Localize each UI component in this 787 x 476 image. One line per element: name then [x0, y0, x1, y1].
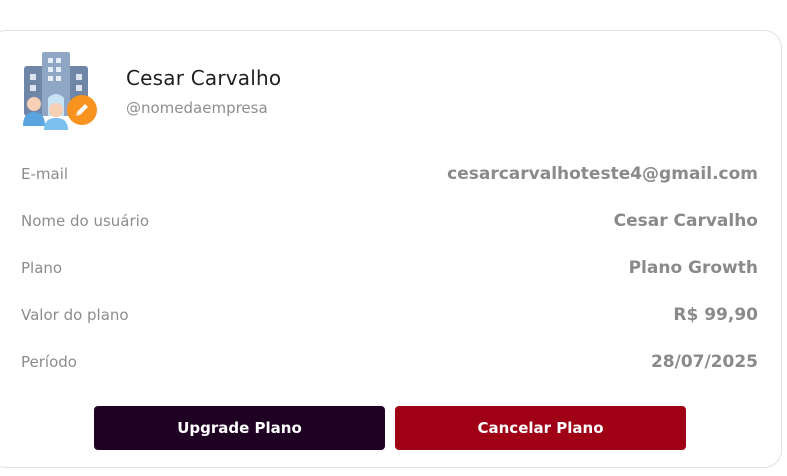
pencil-icon[interactable] — [66, 94, 98, 126]
detail-value: 28/07/2025 — [650, 352, 758, 372]
detail-value: Cesar Carvalho — [613, 211, 758, 231]
detail-row-email: E-mail cesarcarvalhoteste4@gmail.com — [21, 164, 758, 187]
detail-row-period: Período 28/07/2025 — [21, 352, 758, 375]
detail-row-plan-price: Valor do plano R$ 99,90 — [21, 305, 758, 328]
company-avatar[interactable] — [22, 52, 100, 130]
detail-value: R$ 99,90 — [673, 305, 758, 325]
detail-label: Período — [21, 353, 77, 371]
detail-value: cesarcarvalhoteste4@gmail.com — [447, 164, 758, 184]
detail-row-username: Nome do usuário Cesar Carvalho — [21, 211, 758, 234]
upgrade-plan-button[interactable]: Upgrade Plano — [94, 406, 385, 450]
detail-label: Plano — [21, 259, 63, 277]
profile-name: Cesar Carvalho — [126, 66, 282, 90]
cancel-plan-button[interactable]: Cancelar Plano — [395, 406, 686, 450]
detail-row-plan: Plano Plano Growth — [21, 258, 758, 281]
detail-label: E-mail — [21, 165, 69, 183]
detail-value: Plano Growth — [628, 258, 758, 278]
detail-label: Nome do usuário — [21, 212, 150, 230]
profile-card — [0, 30, 782, 468]
detail-label: Valor do plano — [21, 306, 129, 324]
profile-handle: @nomedaempresa — [126, 99, 268, 117]
